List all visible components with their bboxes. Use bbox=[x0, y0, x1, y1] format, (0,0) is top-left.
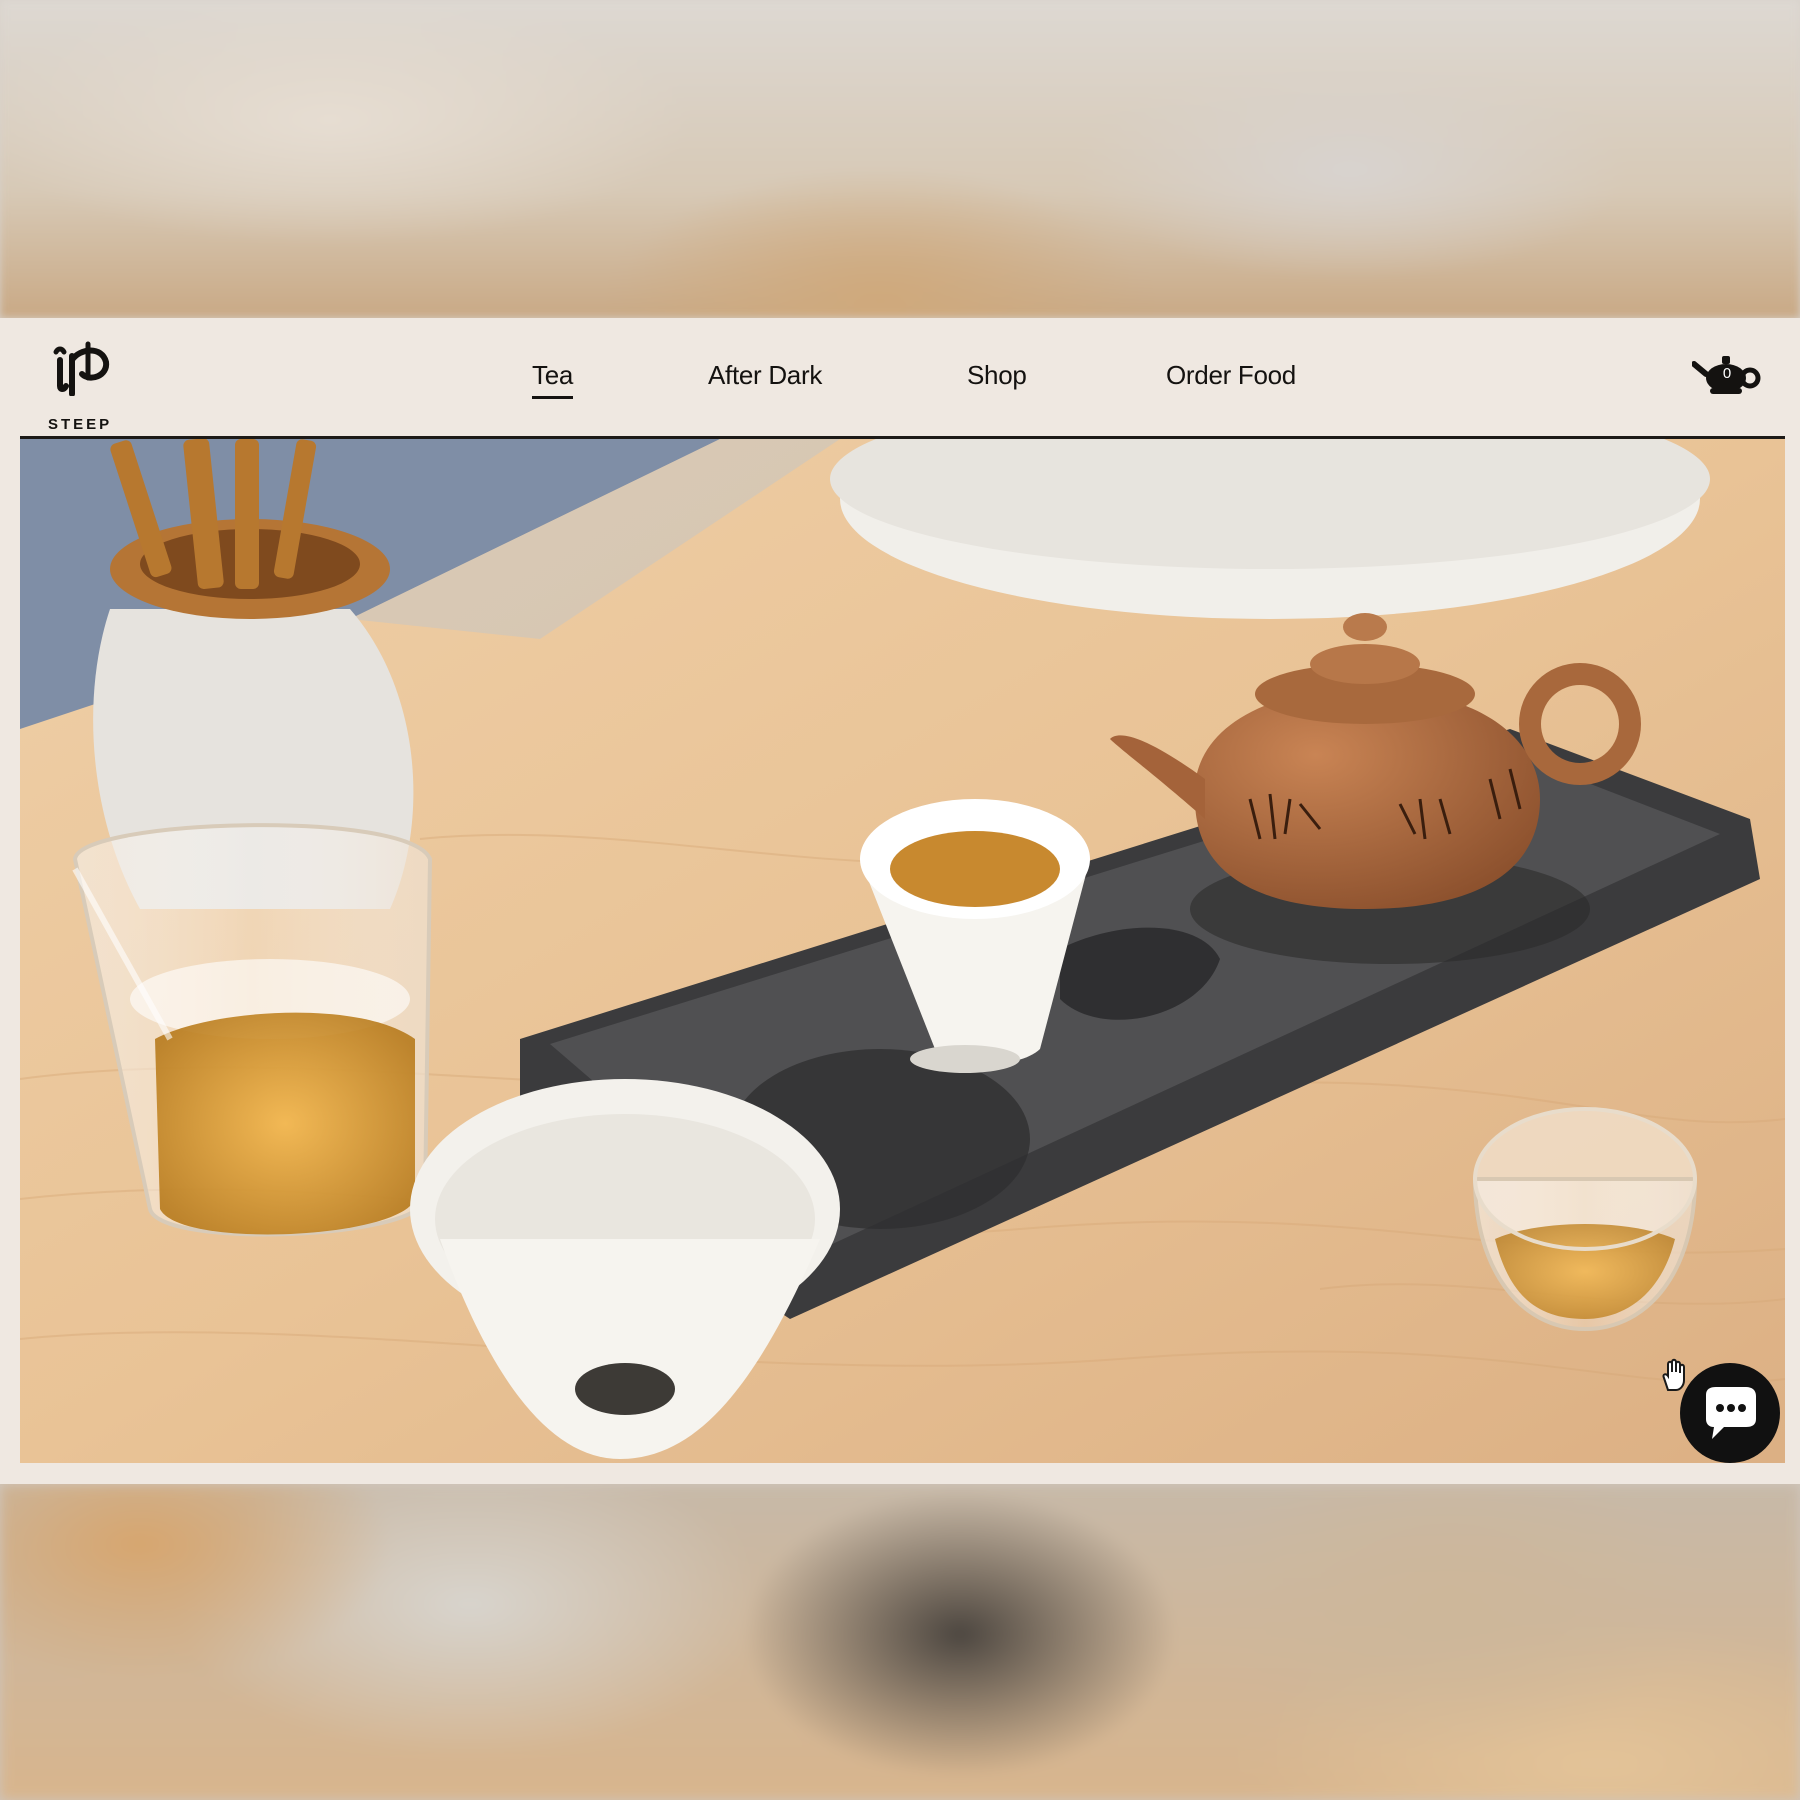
blurred-backdrop-bottom bbox=[0, 1484, 1800, 1800]
cart-button[interactable]: 0 bbox=[1692, 350, 1764, 402]
main-nav: Tea After Dark Shop Order Food bbox=[0, 318, 1800, 436]
nav-shop[interactable]: Shop bbox=[967, 360, 1027, 391]
tea-service-photo bbox=[20, 439, 1785, 1463]
chat-button[interactable] bbox=[1680, 1363, 1780, 1463]
nav-after-dark[interactable]: After Dark bbox=[708, 360, 822, 391]
cart-count: 0 bbox=[1722, 365, 1732, 382]
site-header: STEEP Tea After Dark Shop Order Food 0 bbox=[0, 318, 1800, 436]
hero-image bbox=[20, 439, 1785, 1463]
blurred-backdrop-top bbox=[0, 0, 1800, 318]
website-window: STEEP Tea After Dark Shop Order Food 0 bbox=[0, 318, 1800, 1484]
nav-tea[interactable]: Tea bbox=[532, 360, 573, 399]
chat-bubble-icon bbox=[1706, 1387, 1756, 1439]
nav-order-food[interactable]: Order Food bbox=[1166, 360, 1296, 391]
